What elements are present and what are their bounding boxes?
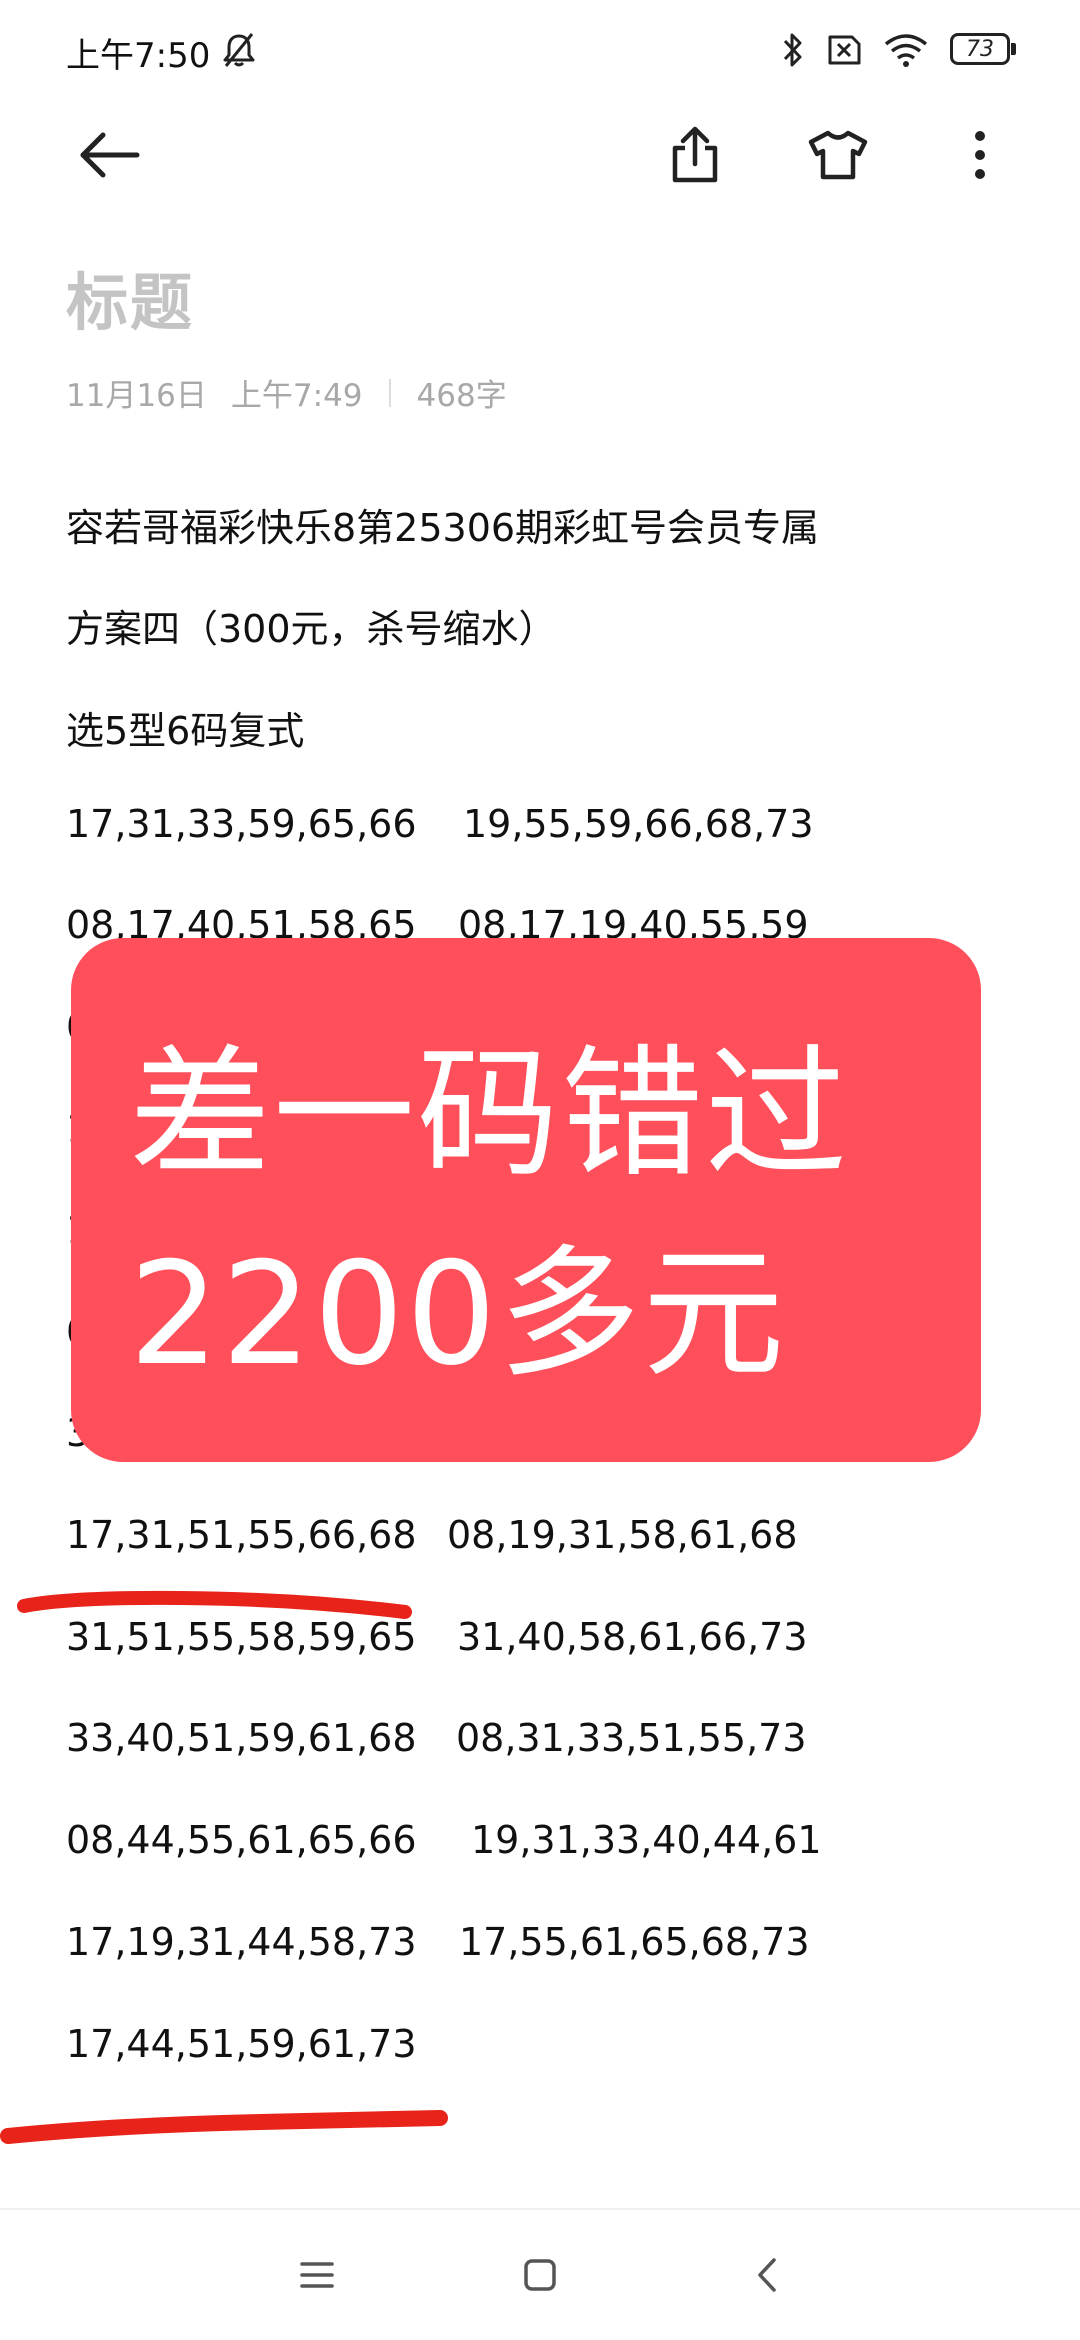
number-row-a: 17,31,51,55,66,68: [66, 1513, 417, 1557]
home-square-icon: [524, 2259, 556, 2291]
mute-bell-icon: [223, 33, 255, 67]
number-row-a: 17,31,33,59,65,66: [66, 802, 417, 846]
overlay-text-line2: 2200多元: [129, 1232, 787, 1397]
note-word-count: 468字: [416, 378, 507, 414]
overlay-banner: 差一码错过 2200多元: [71, 938, 981, 1462]
number-row-b: 19,55,59,66,68,73: [463, 802, 814, 846]
note-type[interactable]: 选5型6码复式: [66, 700, 304, 755]
meta-divider: [388, 378, 391, 407]
underline-stroke-2: [0, 2110, 448, 2144]
back-button[interactable]: [64, 110, 154, 200]
theme-button[interactable]: [793, 110, 883, 200]
battery-icon: 73: [950, 33, 1018, 67]
wifi-icon: [884, 34, 928, 67]
number-row-b: 08,31,33,51,55,73: [456, 1716, 807, 1760]
battery-level: 73: [966, 37, 994, 62]
number-row-b: 17,55,61,65,68,73: [459, 1920, 810, 1964]
number-row-b: 31,40,58,61,66,73: [457, 1615, 808, 1659]
note-meta: 11月16日 上午7:49 468字: [66, 370, 507, 415]
home-button[interactable]: [495, 2230, 585, 2320]
note-date: 11月16日: [66, 378, 207, 414]
number-row-a: 08,44,55,61,65,66: [66, 1818, 417, 1862]
more-vertical-icon: [975, 131, 985, 179]
number-row-a: 17,19,31,44,58,73: [66, 1920, 417, 1964]
status-icons: 73: [782, 28, 1018, 72]
note-toolbar: [0, 110, 1080, 200]
more-options-button[interactable]: [935, 110, 1025, 200]
note-heading[interactable]: 容若哥福彩快乐8第25306期彩虹号会员专属: [66, 497, 819, 552]
system-nav-bar: [0, 2210, 1080, 2340]
share-button[interactable]: [650, 110, 740, 200]
number-row-a: 33,40,51,59,61,68: [66, 1716, 417, 1760]
note-plan[interactable]: 方案四（300元，杀号缩水）: [66, 598, 557, 653]
note-page: 上午7:50 73 标题 11月16日 上午7:49 468字 容若哥福彩快乐8…: [0, 0, 1080, 2340]
recent-apps-button[interactable]: [272, 2230, 362, 2320]
underline-stroke-1: [17, 1590, 412, 1619]
sim-off-icon: [828, 35, 861, 65]
theme-shirt-icon: [808, 130, 868, 180]
overlay-text-line1: 差一码错过: [129, 1032, 849, 1197]
menu-icon: [300, 2262, 334, 2288]
back-chevron-icon: [758, 2258, 776, 2292]
share-icon: [672, 126, 718, 183]
number-row-b: 08,19,31,58,61,68: [447, 1513, 798, 1557]
status-bar: 上午7:50 73: [0, 0, 1080, 100]
note-title[interactable]: 标题: [66, 252, 194, 342]
number-row-a: 17,44,51,59,61,73: [66, 2022, 417, 2066]
bluetooth-icon: [783, 33, 802, 67]
number-row-a: 31,51,55,58,59,65: [66, 1615, 417, 1659]
number-row-b: 19,31,33,40,44,61: [471, 1818, 822, 1862]
status-time: 上午7:50: [66, 36, 211, 76]
system-back-button[interactable]: [722, 2230, 812, 2320]
note-time: 上午7:49: [230, 378, 363, 414]
back-arrow-icon: [80, 132, 140, 178]
